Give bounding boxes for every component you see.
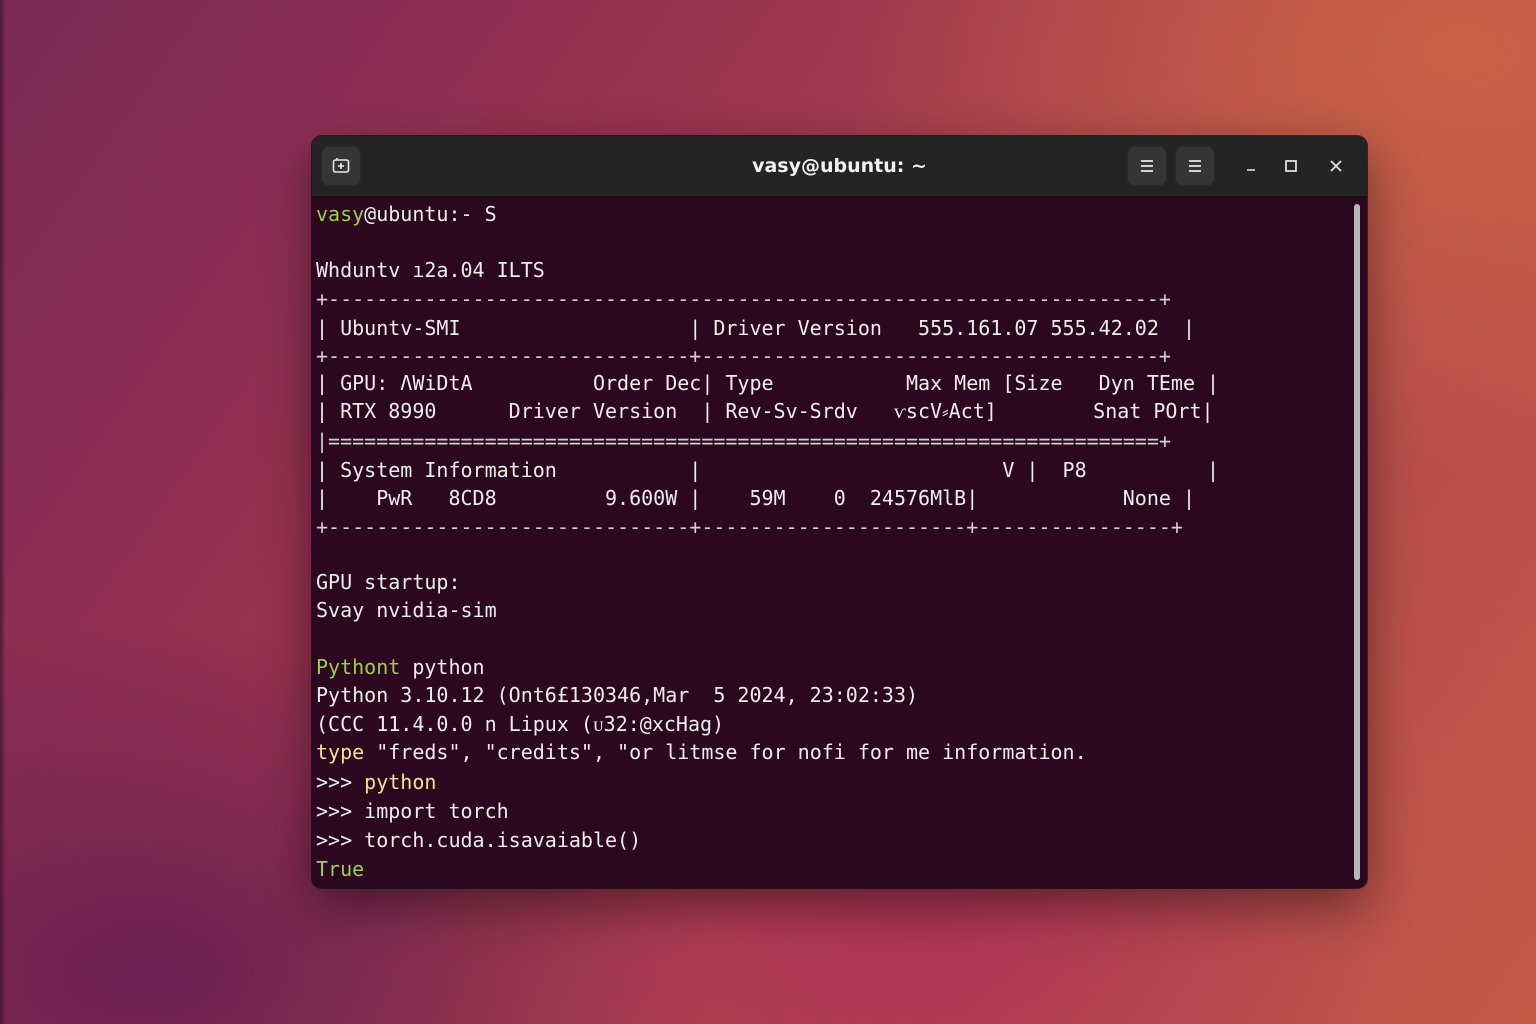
close-button[interactable] xyxy=(1321,151,1351,181)
repl-line-3: >>> torch.cuda.isavaiable() xyxy=(316,826,641,854)
new-tab-icon xyxy=(332,158,350,173)
python-command: python xyxy=(400,655,485,679)
table-row-2: | RTX 8990 Driver Version | Rev-Sv-Srdv … xyxy=(316,399,1214,423)
title-bar[interactable]: vasy@ubuntu: ~ xyxy=(312,136,1367,197)
menu-button-2[interactable] xyxy=(1175,146,1215,186)
table-row-4: | PwR 8CD8 9.600W | 59M 0 24576MlB| None… xyxy=(316,486,1195,510)
type-help-line: type "freds", "credits", "or litmse for … xyxy=(316,738,1087,766)
table-row-3: | System Information | V | P8 | xyxy=(316,458,1220,482)
repl-result: True xyxy=(316,857,365,881)
type-help-text: "freds", "credits", "or litmse for nofi … xyxy=(364,740,1087,764)
repl-command: torch.cuda.isavaiable() xyxy=(352,828,642,852)
os-version-line: Whduntv ı2a.04 ILTS xyxy=(316,258,545,282)
terminal-output[interactable]: vasy@ubuntu:- S Whduntv ı2a.04 ILTS +---… xyxy=(312,197,1352,888)
new-tab-button[interactable] xyxy=(321,146,361,186)
table-border-top: +---------------------------------------… xyxy=(316,287,1171,311)
repl-line-2: >>> import torch xyxy=(316,797,509,825)
python-prompt-line: Pythont python xyxy=(316,653,485,681)
desktop-edge-shadow xyxy=(0,0,6,1024)
hamburger-menu-icon xyxy=(1189,160,1201,172)
terminal-window[interactable]: vasy@ubuntu: ~ vasy@ubuntu:- S Whduntv ı… xyxy=(312,136,1367,888)
repl-prompt: >>> xyxy=(316,799,353,823)
table-border-bottom: +------------------------------+--------… xyxy=(316,515,1183,539)
terminal-scrollbar[interactable] xyxy=(1354,204,1360,880)
window-title: vasy@ubuntu: ~ xyxy=(752,155,927,177)
table-border-mid: +------------------------------+--------… xyxy=(316,344,1171,368)
hamburger-menu-icon xyxy=(1141,160,1153,172)
repl-line-1: >>> python xyxy=(316,768,436,796)
table-border-double: |=======================================… xyxy=(316,429,1171,453)
repl-prompt: >>> xyxy=(316,770,353,794)
gcc-line: (CCC 11.4.0.0 n Lipux (ᴜ32:@xcHag) xyxy=(316,712,725,736)
repl-command: import torch xyxy=(352,799,509,823)
menu-button-1[interactable] xyxy=(1127,146,1167,186)
prompt-line: vasy@ubuntu:- S xyxy=(316,200,497,228)
prompt-user: vasy xyxy=(316,202,365,226)
maximize-button[interactable] xyxy=(1276,151,1306,181)
minimize-button[interactable] xyxy=(1236,151,1266,181)
svay-command-line: Svay nvidia-sim xyxy=(316,598,497,622)
prompt-host-path: @ubuntu:- S xyxy=(364,202,497,226)
close-icon xyxy=(1330,160,1342,172)
python-prompt: Pythont xyxy=(316,655,401,679)
minimize-icon xyxy=(1247,169,1255,171)
maximize-icon xyxy=(1285,160,1297,172)
gpu-startup-line: GPU startup: xyxy=(316,570,461,594)
table-header-row: | Ubuntv-SMI | Driver Version 555.161.07… xyxy=(316,316,1195,340)
repl-prompt: >>> xyxy=(316,828,353,852)
python-version-line: Python 3.10.12 (Ont6£130346,Mar 5 2024, … xyxy=(316,683,919,707)
table-row-1: | GPU: ΛWiDtA Order Dec| Type Max Mem [S… xyxy=(316,371,1220,395)
repl-command: python xyxy=(352,770,437,794)
type-keyword: type xyxy=(316,740,365,764)
